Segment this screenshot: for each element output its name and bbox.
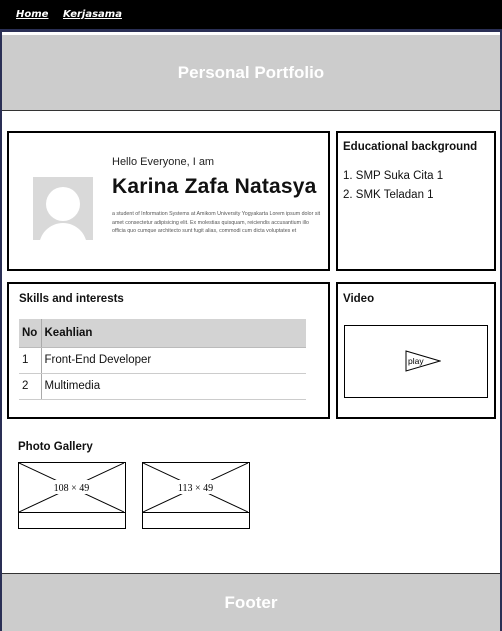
- greeting-text: Hello Everyone, I am: [112, 156, 215, 168]
- gallery-title: Photo Gallery: [18, 441, 93, 453]
- page-footer: Footer: [2, 573, 500, 631]
- education-title: Educational background: [343, 141, 478, 153]
- table-cell-skill: Multimedia: [41, 373, 306, 400]
- table-cell-skill: Front-End Developer: [41, 347, 306, 374]
- video-player[interactable]: play: [344, 325, 488, 398]
- hero-banner: Personal Portfolio: [2, 35, 500, 111]
- skills-card: Skills and interests No Keahlian 1 Front…: [7, 282, 330, 419]
- gallery-photo[interactable]: 113 × 49: [142, 462, 250, 529]
- footer-text: Footer: [224, 592, 278, 612]
- profile-description: a student of Information Systems at Amik…: [112, 211, 321, 235]
- education-card: Educational background 1. SMP Suka Cita …: [336, 131, 496, 271]
- profile-name: Karina Zafa Natasya: [112, 175, 317, 198]
- page-title: Personal Portfolio: [177, 62, 325, 82]
- image-placeholder-icon: 108 × 49: [19, 463, 124, 512]
- play-label: play: [408, 356, 424, 366]
- top-nav: Home Kerjasama: [0, 0, 502, 32]
- nav-link-home[interactable]: Home: [16, 9, 48, 20]
- education-item: 2. SMK Teladan 1: [343, 189, 434, 201]
- photo-caption: [143, 512, 249, 530]
- nav-link-kerjasama[interactable]: Kerjasama: [63, 9, 122, 20]
- education-list: 1. SMP Suka Cita 1 2. SMK Teladan 1: [343, 167, 443, 205]
- avatar-icon: [33, 177, 93, 240]
- skills-title: Skills and interests: [19, 293, 124, 305]
- table-cell-no: 1: [19, 347, 42, 374]
- photo-size-label: 108 × 49: [54, 483, 90, 494]
- column-header-keahlian: Keahlian: [41, 319, 306, 348]
- education-item: 1. SMP Suka Cita 1: [343, 170, 444, 182]
- video-card: Video play: [336, 282, 496, 419]
- play-icon[interactable]: play: [405, 350, 441, 372]
- table-cell-no: 2: [19, 373, 42, 400]
- photo-size-label: 113 × 49: [178, 483, 213, 494]
- table-header-row: No Keahlian: [19, 319, 306, 348]
- photo-caption: [19, 512, 125, 530]
- table-row: 1 Front-End Developer: [19, 347, 306, 374]
- skills-table: No Keahlian 1 Front-End Developer 2 Mult…: [19, 319, 306, 400]
- intro-card: Hello Everyone, I am Karina Zafa Natasya…: [7, 131, 330, 271]
- gallery-photo[interactable]: 108 × 49: [18, 462, 126, 529]
- table-row: 2 Multimedia: [19, 373, 306, 400]
- image-placeholder-icon: 113 × 49: [143, 463, 248, 512]
- column-header-no: No: [19, 319, 42, 348]
- video-title: Video: [343, 293, 375, 305]
